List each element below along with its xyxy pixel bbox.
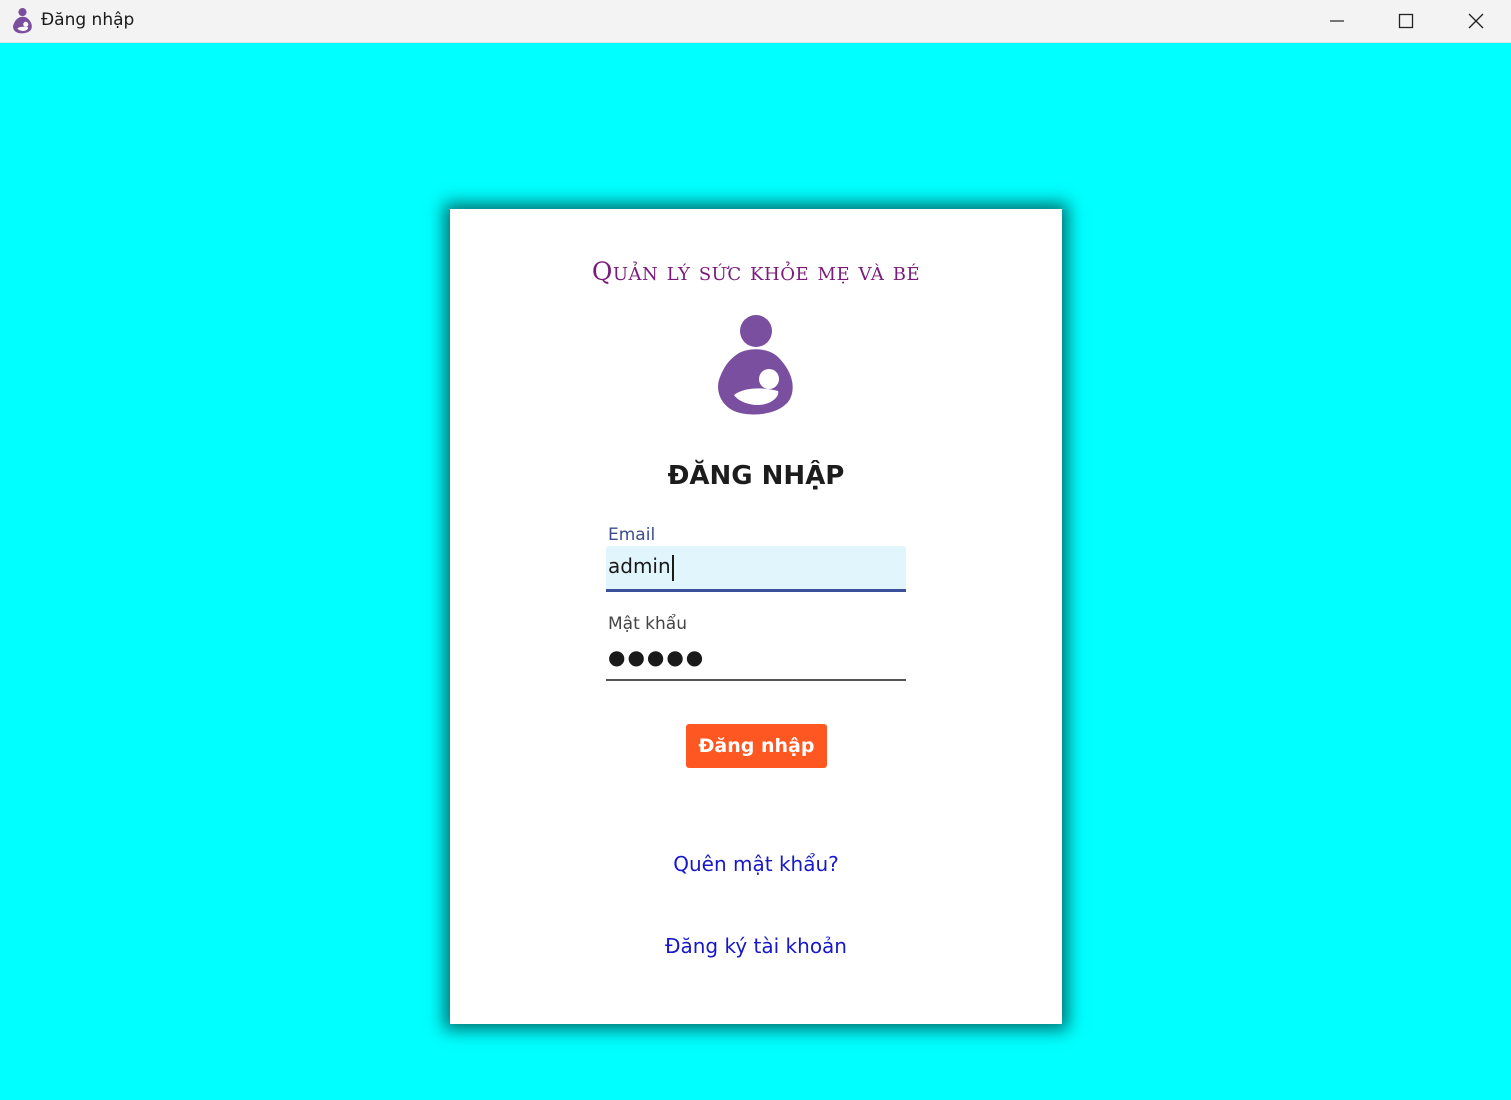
password-label: Mật khẩu <box>608 614 687 634</box>
window-client-area: Quản lý sức khỏe mẹ và bé ĐĂNG NHẬP Emai… <box>0 43 1511 1100</box>
maximize-button[interactable] <box>1371 0 1441 42</box>
window-title: Đăng nhập <box>41 10 135 30</box>
forgot-password-link[interactable]: Quên mật khẩu? <box>450 852 1062 876</box>
login-card: Quản lý sức khỏe mẹ và bé ĐĂNG NHẬP Emai… <box>450 209 1062 1024</box>
text-caret <box>671 554 674 581</box>
close-icon <box>1468 13 1484 29</box>
minimize-icon <box>1330 20 1344 22</box>
email-label: Email <box>608 525 656 545</box>
minimize-button[interactable] <box>1302 0 1372 42</box>
maximize-icon <box>1398 13 1414 29</box>
password-masked-value: ●●●●● <box>608 645 706 669</box>
close-button[interactable] <box>1441 0 1511 42</box>
app-title: Quản lý sức khỏe mẹ và bé <box>591 257 921 286</box>
email-field[interactable]: admin <box>606 546 906 592</box>
register-link[interactable]: Đăng ký tài khoản <box>450 934 1062 958</box>
password-field[interactable]: ●●●●● <box>606 635 906 681</box>
mother-baby-icon <box>13 8 32 34</box>
login-heading: ĐĂNG NHẬP <box>667 461 845 491</box>
email-value: admin <box>608 554 671 578</box>
login-button[interactable]: Đăng nhập <box>686 724 827 768</box>
window-titlebar[interactable]: Đăng nhập <box>0 0 1511 43</box>
mother-baby-icon <box>718 315 793 415</box>
